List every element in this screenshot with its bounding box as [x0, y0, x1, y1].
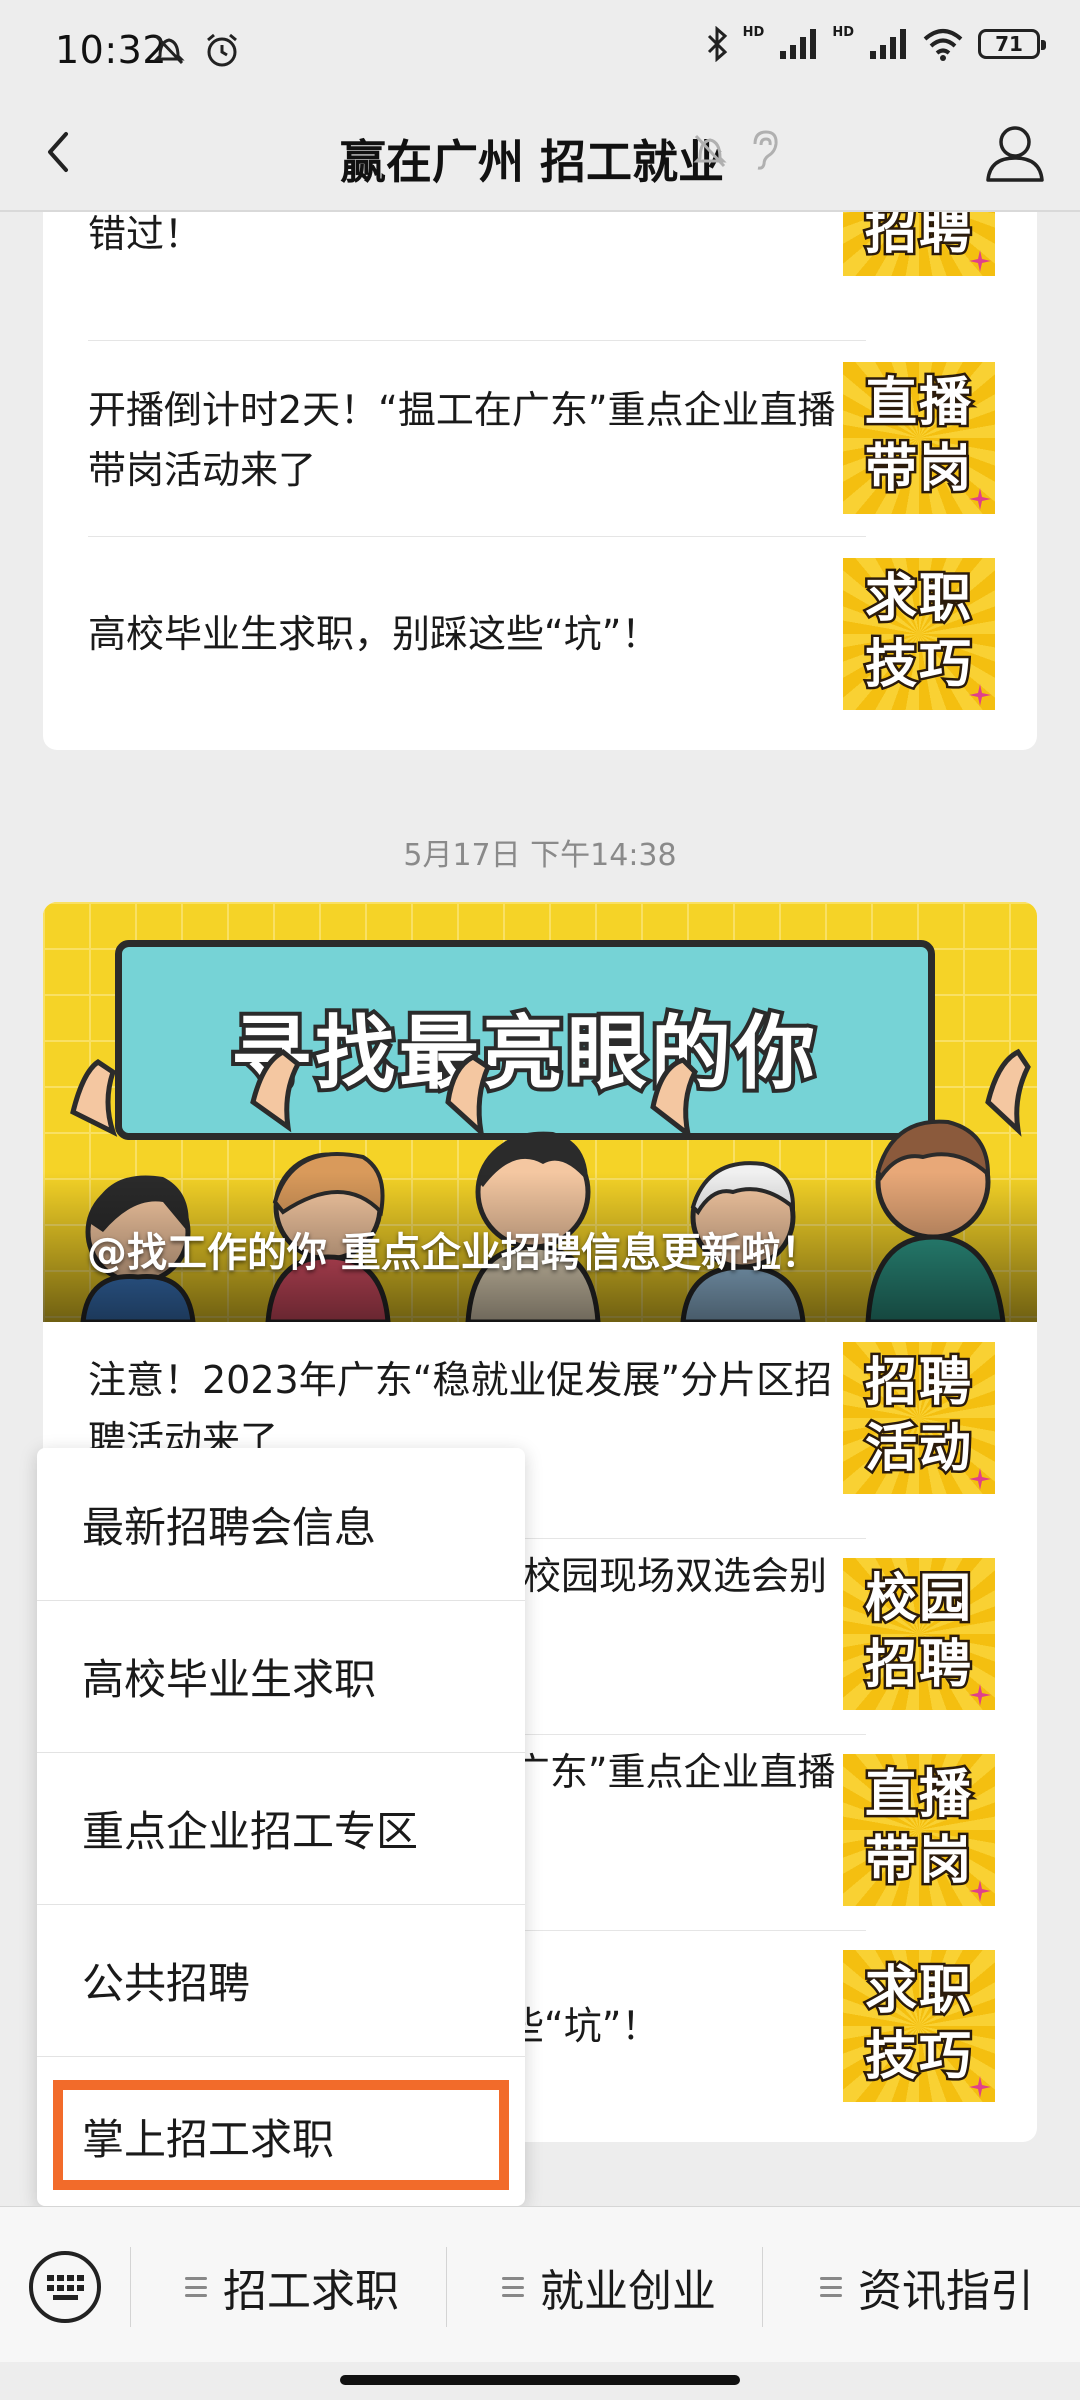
thumb-text: 招聘	[862, 1633, 973, 1698]
bluetooth-icon	[707, 26, 727, 62]
ear-icon	[753, 130, 778, 170]
menu-button-label: 招工求职	[223, 2266, 399, 2317]
thumb-text: 校园	[862, 1567, 973, 1632]
divider	[88, 536, 866, 537]
sparkle-icon	[969, 1684, 991, 1706]
article-item[interactable]: 高校毕业生求职，别踩这些“坑”！ 求职技巧	[43, 538, 1037, 734]
divider	[446, 2247, 447, 2327]
menu-button-info[interactable]: 资讯指引	[820, 2249, 1034, 2325]
thumb-text: 求职	[862, 1959, 973, 2024]
mute-bell-icon	[153, 34, 185, 65]
thumb-text: 直播	[862, 371, 973, 436]
banner-caption: @找工作的你 重点企业招聘信息更新啦！	[87, 1230, 821, 1276]
sparkle-icon	[969, 250, 991, 272]
article-thumbnail: 求职 技巧	[843, 558, 995, 710]
message-timestamp: 5月17日 下午14:38	[403, 838, 677, 873]
sparkle-icon	[969, 488, 991, 510]
divider	[130, 2247, 131, 2327]
submenu-item-key-enterprises[interactable]: 重点企业招工专区	[37, 1752, 525, 1904]
signal-icon	[870, 29, 906, 59]
banner-image[interactable]: 寻找最亮眼的你 @找工作的你 重点企业招聘信息更新啦！	[43, 902, 1037, 1322]
article-thumbnail: 求职 技巧	[843, 1950, 995, 2102]
menu-lines-icon	[185, 2277, 207, 2297]
thumb-text: 直播	[862, 1763, 973, 1828]
submenu-item-recruitment-fair[interactable]: 最新招聘会信息	[37, 1448, 525, 1600]
menu-button-label: 资讯指引	[858, 2266, 1034, 2317]
article-title: 高校毕业生求职，别踩这些“坑”！	[88, 612, 660, 656]
thumb-text: 带岗	[862, 1829, 973, 1894]
article-title: 开播倒计时2天！“揾工在广东”重点企业直播带岗活动来了	[88, 388, 836, 492]
sparkle-icon	[969, 1880, 991, 1902]
page-title: 赢在广州 招工就业	[339, 135, 724, 189]
hd-label: HD	[832, 24, 854, 40]
article-thumbnail: 直播 带岗	[843, 1754, 995, 1906]
alarm-icon	[207, 33, 237, 67]
menu-lines-icon	[502, 2277, 524, 2297]
thumb-text: 招聘	[862, 1351, 973, 1416]
submenu-item-public-recruitment[interactable]: 公共招聘	[37, 1904, 525, 2056]
highlight-box	[53, 2080, 509, 2190]
user-icon[interactable]	[980, 118, 1050, 188]
article-thumbnail: 直播 带岗	[843, 362, 995, 514]
thumb-text: 活动	[862, 1417, 973, 1482]
thumb-text: 求职	[862, 567, 973, 632]
sparkle-icon	[969, 1468, 991, 1490]
thumb-text: 带岗	[862, 437, 973, 502]
article-card: @企业HR，广东理工学院校园现场双选会别错过！ 校园招聘 开播倒计时2天！“揾工…	[43, 130, 1037, 750]
menu-button-label: 就业创业	[540, 2266, 716, 2317]
thumb-text: 技巧	[862, 633, 973, 698]
submenu-popup: 最新招聘会信息 高校毕业生求职 重点企业招工专区 公共招聘 掌上招工求职	[37, 1448, 525, 2206]
hd-label: HD	[742, 24, 765, 40]
keyboard-icon[interactable]	[27, 2249, 103, 2325]
wifi-icon	[923, 29, 963, 61]
sparkle-icon	[969, 2076, 991, 2098]
submenu-item-label: 重点企业招工专区	[82, 1807, 419, 1856]
divider	[762, 2247, 763, 2327]
menu-lines-icon	[820, 2277, 842, 2297]
article-item[interactable]: 开播倒计时2天！“揾工在广东”重点企业直播带岗活动来了 直播带岗	[43, 342, 1037, 538]
bottom-menu-bar: 招工求职 就业创业 资讯指引	[0, 2206, 1080, 2362]
sparkle-icon	[969, 684, 991, 706]
status-bar: 10:32 HD HD 71	[0, 0, 1080, 100]
submenu-item-label: 高校毕业生求职	[82, 1655, 377, 1704]
menu-button-employment[interactable]: 就业创业	[502, 2249, 716, 2325]
article-thumbnail: 招聘 活动	[843, 1342, 995, 1494]
battery-icon: 71	[978, 29, 1046, 59]
battery-level: 71	[995, 32, 1023, 56]
home-indicator[interactable]	[340, 2375, 740, 2385]
submenu-item-label: 公共招聘	[82, 1959, 251, 2008]
submenu-item-label: 最新招聘会信息	[82, 1503, 377, 1552]
submenu-item-graduate-jobs[interactable]: 高校毕业生求职	[37, 1600, 525, 1752]
mute-icon	[693, 134, 727, 168]
thumb-text: 技巧	[862, 2025, 973, 2090]
menu-button-jobs[interactable]: 招工求职	[185, 2249, 399, 2325]
article-thumbnail: 校园招聘	[843, 1558, 995, 1710]
signal-icon	[780, 29, 817, 59]
divider	[88, 340, 866, 341]
